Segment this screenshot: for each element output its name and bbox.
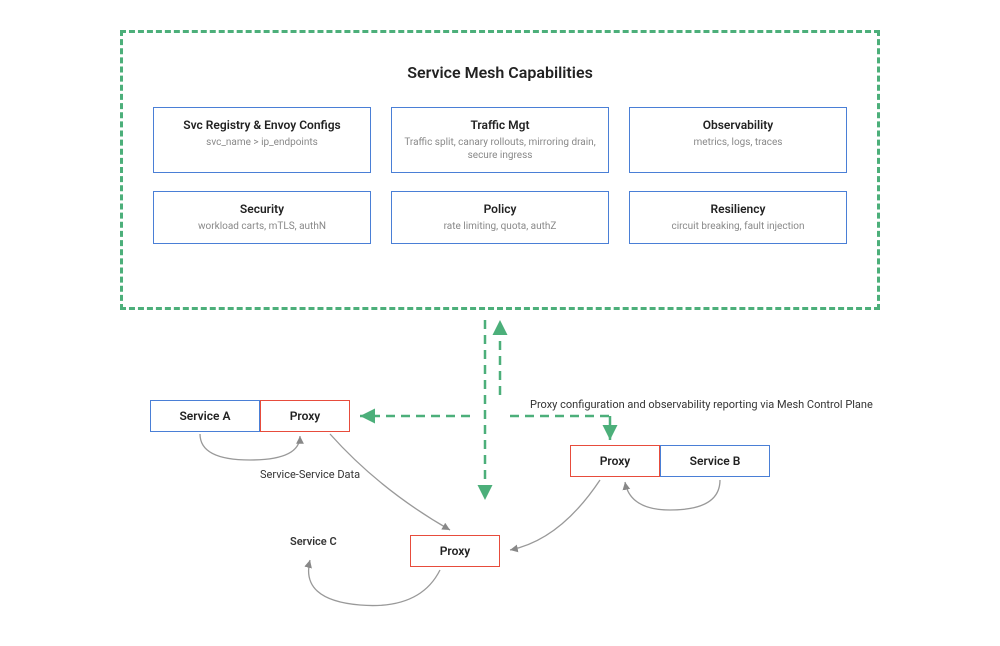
capability-title: Resiliency bbox=[638, 202, 838, 216]
capability-subtitle: workload carts, mTLS, authN bbox=[162, 220, 362, 233]
capability-card: Svc Registry & Envoy Configs svc_name > … bbox=[153, 107, 371, 173]
capability-subtitle: circuit breaking, fault injection bbox=[638, 220, 838, 233]
config-label: Proxy configuration and observability re… bbox=[530, 398, 900, 411]
data-flow-label: Service-Service Data bbox=[260, 468, 360, 481]
service-a-label: Service A bbox=[179, 409, 230, 423]
capability-subtitle: rate limiting, quota, authZ bbox=[400, 220, 600, 233]
service-a-node: Service A bbox=[150, 400, 260, 432]
proxy-a-node: Proxy bbox=[260, 400, 350, 432]
capability-title: Traffic Mgt bbox=[400, 118, 600, 132]
capability-card: Traffic Mgt Traffic split, canary rollou… bbox=[391, 107, 609, 173]
capability-card: Policy rate limiting, quota, authZ bbox=[391, 191, 609, 244]
proxy-b-label: Proxy bbox=[600, 454, 631, 468]
service-b-label: Service B bbox=[690, 454, 741, 468]
capability-subtitle: metrics, logs, traces bbox=[638, 136, 838, 149]
capability-card: Security workload carts, mTLS, authN bbox=[153, 191, 371, 244]
capability-subtitle: svc_name > ip_endpoints bbox=[162, 136, 362, 149]
proxy-b-node: Proxy bbox=[570, 445, 660, 477]
capability-card: Observability metrics, logs, traces bbox=[629, 107, 847, 173]
capability-title: Svc Registry & Envoy Configs bbox=[162, 118, 362, 132]
proxy-c-label: Proxy bbox=[440, 544, 471, 558]
service-c-label: Service C bbox=[290, 535, 337, 548]
capability-grid: Svc Registry & Envoy Configs svc_name > … bbox=[123, 107, 877, 244]
proxy-c-node: Proxy bbox=[410, 535, 500, 567]
service-b-node: Service B bbox=[660, 445, 770, 477]
proxy-a-label: Proxy bbox=[290, 409, 321, 423]
capability-title: Security bbox=[162, 202, 362, 216]
capability-title: Policy bbox=[400, 202, 600, 216]
mesh-capabilities-box: Service Mesh Capabilities Svc Registry &… bbox=[120, 30, 880, 310]
capability-card: Resiliency circuit breaking, fault injec… bbox=[629, 191, 847, 244]
capability-subtitle: Traffic split, canary rollouts, mirrorin… bbox=[400, 136, 600, 162]
mesh-title: Service Mesh Capabilities bbox=[123, 63, 877, 82]
capability-title: Observability bbox=[638, 118, 838, 132]
